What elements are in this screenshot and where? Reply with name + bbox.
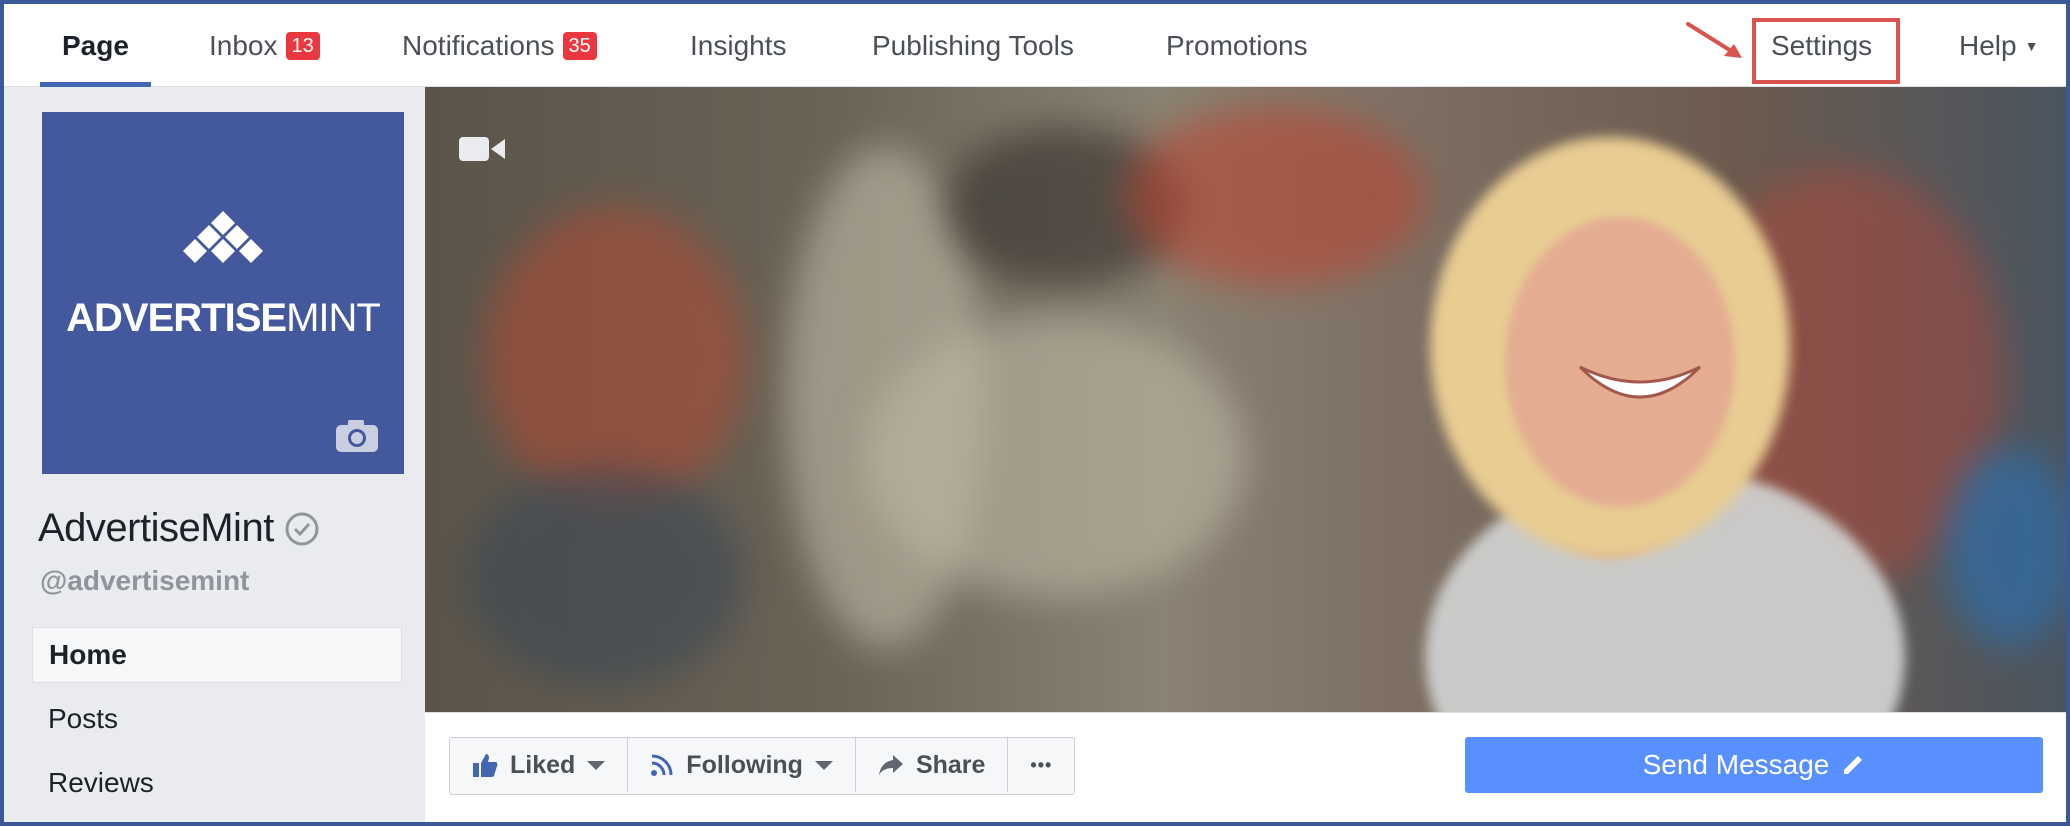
notifications-count-badge: 35 <box>562 31 597 60</box>
share-button[interactable]: Share <box>856 738 1009 792</box>
page-action-bar: Liked Following Share ••• Send Message <box>425 712 2066 822</box>
sidebar-item-label: Reviews <box>48 767 154 798</box>
page-top-nav: Page Inbox 13 Notifications 35 Insights … <box>4 4 2066 87</box>
cover-photo[interactable] <box>425 87 2066 712</box>
arrow-pointer-icon <box>1686 22 1742 58</box>
tab-insights-label: Insights <box>690 29 787 61</box>
tab-page-label: Page <box>62 29 129 61</box>
logo-text-light: MINT <box>286 296 381 340</box>
tab-publishing-tools-label: Publishing Tools <box>872 29 1074 61</box>
video-icon[interactable] <box>459 135 505 163</box>
tab-inbox-label: Inbox <box>209 29 278 61</box>
liked-label: Liked <box>510 750 576 779</box>
tab-publishing-tools[interactable]: Publishing Tools <box>872 4 1074 87</box>
profile-picture[interactable]: ADVERTISEMINT <box>42 112 404 474</box>
sidebar-item-posts[interactable]: Posts <box>32 691 402 747</box>
following-button[interactable]: Following <box>628 738 856 792</box>
liked-button[interactable]: Liked <box>450 738 629 792</box>
page-title: AdvertiseMint <box>38 506 320 551</box>
tab-insights[interactable]: Insights <box>690 4 787 87</box>
smile-shape <box>1578 365 1702 399</box>
pencil-icon <box>1841 753 1865 777</box>
thumbs-up-icon <box>472 752 498 778</box>
sidebar-item-label: Home <box>49 639 127 670</box>
sidebar-item-reviews[interactable]: Reviews <box>32 755 402 811</box>
share-label: Share <box>915 750 986 779</box>
share-arrow-icon <box>878 754 904 776</box>
sidebar-item-home[interactable]: Home <box>32 627 402 683</box>
more-dots-icon: ••• <box>1030 754 1053 775</box>
tab-inbox[interactable]: Inbox 13 <box>209 4 320 87</box>
action-button-group: Liked Following Share ••• <box>449 737 1076 795</box>
tab-promotions-label: Promotions <box>1166 29 1308 61</box>
tab-promotions[interactable]: Promotions <box>1166 4 1308 87</box>
tab-settings[interactable]: Settings <box>1771 4 1872 87</box>
tab-page[interactable]: Page <box>40 4 151 87</box>
send-message-label: Send Message <box>1642 749 1830 780</box>
camera-icon[interactable] <box>334 418 380 454</box>
verified-check-icon <box>285 512 319 545</box>
chevron-down-icon: ▼ <box>2024 37 2039 54</box>
chevron-down-icon <box>587 760 606 770</box>
tab-notifications[interactable]: Notifications 35 <box>402 4 597 87</box>
following-label: Following <box>686 750 803 779</box>
logo-text-bold: ADVERTISE <box>66 296 287 340</box>
sidebar-item-label: Posts <box>48 703 119 734</box>
logo-diamonds-icon <box>183 211 263 263</box>
page-name-text: AdvertiseMint <box>38 506 274 550</box>
tab-notifications-label: Notifications <box>402 29 555 61</box>
help-label: Help <box>1959 29 2017 61</box>
page-handle[interactable]: @advertisemint <box>40 565 249 597</box>
chevron-down-icon <box>814 760 833 770</box>
tab-settings-label: Settings <box>1771 29 1873 61</box>
rss-icon <box>650 753 674 777</box>
logo-wordmark: ADVERTISEMINT <box>42 296 404 341</box>
help-menu[interactable]: Help ▼ <box>1959 4 2038 87</box>
send-message-button[interactable]: Send Message <box>1465 737 2043 793</box>
more-options-button[interactable]: ••• <box>1008 738 1074 792</box>
inbox-count-badge: 13 <box>285 31 320 60</box>
